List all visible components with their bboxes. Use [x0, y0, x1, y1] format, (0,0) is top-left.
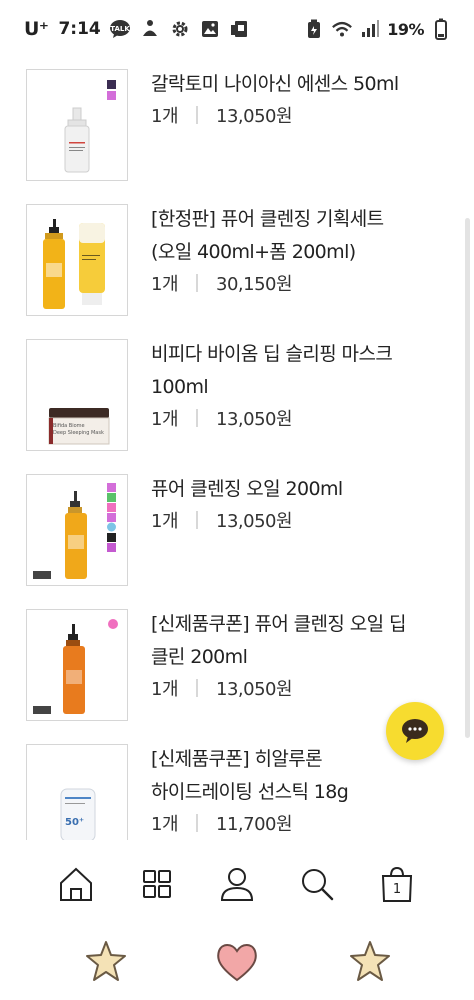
product-quantity: 1개 [151, 814, 179, 835]
nav-my-page-button[interactable] [215, 862, 259, 906]
product-name-line2: 클린 200ml [151, 646, 248, 668]
product-quantity: 1개 [151, 274, 179, 295]
product-name: 비피다 바이옴 딥 슬리핑 마스크 [151, 343, 393, 365]
talk-icon: TALK [109, 18, 131, 40]
star-icon [350, 941, 390, 981]
product-price: 13,050원 [216, 511, 293, 532]
my-page-icon [220, 868, 254, 901]
product-thumbnail[interactable]: 50⁺ [26, 744, 128, 840]
wifi-icon [331, 18, 353, 40]
product-item[interactable]: [신제품쿠폰] 퓨어 클렌징 오일 딥 클린 200ml 1개 13,050원 [26, 602, 446, 721]
product-thumbnail[interactable] [26, 609, 128, 721]
sim-icon [229, 18, 251, 40]
product-quantity: 1개 [151, 106, 179, 127]
product-price: 30,150원 [216, 274, 293, 295]
thumb-label: 50⁺ [65, 817, 84, 828]
product-thumbnail[interactable] [26, 474, 128, 586]
nav-cart-button[interactable]: 1 [375, 862, 419, 906]
chat-button[interactable] [386, 702, 444, 760]
product-name: 갈락토미 나이아신 에센스 50ml [151, 73, 399, 95]
product-price: 13,050원 [216, 679, 293, 700]
divider [196, 409, 199, 427]
home-icon [60, 867, 92, 901]
decoration-bar [0, 930, 474, 1000]
scrollbar[interactable] [465, 218, 470, 738]
category-icon [143, 870, 171, 898]
product-name: 퓨어 클렌징 오일 200ml [151, 478, 343, 500]
battery-saver-icon [303, 18, 325, 40]
battery-percent: 19% [387, 19, 424, 39]
product-quantity: 1개 [151, 409, 179, 430]
bottom-nav: 1 [0, 840, 474, 930]
status-bar: U⁺ 7:14 TALK 19% [0, 0, 474, 62]
star-icon [86, 941, 126, 981]
svg-text:TALK: TALK [110, 25, 130, 33]
product-name-line2: 100ml [151, 376, 209, 398]
product-price: 13,050원 [216, 409, 293, 430]
battery-icon [430, 18, 452, 40]
divider [196, 274, 199, 292]
product-item[interactable]: 50⁺ [신제품쿠폰] 히알루론 하이드레이팅 선스틱 18g 1개 11,70… [26, 737, 446, 852]
divider [196, 511, 199, 529]
product-item[interactable]: Bifida Biome Deep Sleeping Mask 비피다 바이옴 … [26, 332, 446, 451]
cart-count-badge: 1 [392, 882, 402, 897]
carrier-label: U⁺ [24, 18, 49, 40]
nav-category-button[interactable] [135, 862, 179, 906]
settings-icon [169, 18, 191, 40]
product-name-line2: (오일 400ml+폼 200ml) [151, 241, 356, 263]
divider [196, 106, 199, 124]
heart-icon [217, 944, 257, 982]
clock: 7:14 [58, 19, 101, 39]
thumb-label: Deep Sleeping Mask [53, 430, 104, 436]
product-name: [한정판] 퓨어 클렌징 기획세트 [151, 208, 384, 230]
product-name: [신제품쿠폰] 퓨어 클렌징 오일 딥 [151, 613, 406, 635]
product-thumbnail[interactable]: Bifida Biome Deep Sleeping Mask [26, 339, 128, 451]
signal-icon [359, 18, 381, 40]
nav-home-button[interactable] [54, 862, 98, 906]
divider [196, 679, 199, 697]
product-thumbnail[interactable] [26, 69, 128, 181]
gallery-icon [199, 18, 221, 40]
thumb-label: Bifida Biome [53, 423, 85, 429]
chat-bubble-icon [402, 719, 428, 743]
product-name-line2: 하이드레이팅 선스틱 18g [151, 781, 349, 803]
search-icon [302, 869, 334, 901]
product-price: 11,700원 [216, 814, 293, 835]
wellness-icon [139, 18, 161, 40]
divider [196, 814, 199, 832]
product-item[interactable]: 갈락토미 나이아신 에센스 50ml 1개 13,050원 [26, 62, 446, 181]
product-thumbnail[interactable] [26, 204, 128, 316]
nav-search-button[interactable] [295, 862, 339, 906]
product-quantity: 1개 [151, 679, 179, 700]
product-item[interactable]: [한정판] 퓨어 클렌징 기획세트 (오일 400ml+폼 200ml) 1개 … [26, 197, 446, 316]
product-quantity: 1개 [151, 511, 179, 532]
product-item[interactable]: 퓨어 클렌징 오일 200ml 1개 13,050원 [26, 467, 446, 586]
product-price: 13,050원 [216, 106, 293, 127]
